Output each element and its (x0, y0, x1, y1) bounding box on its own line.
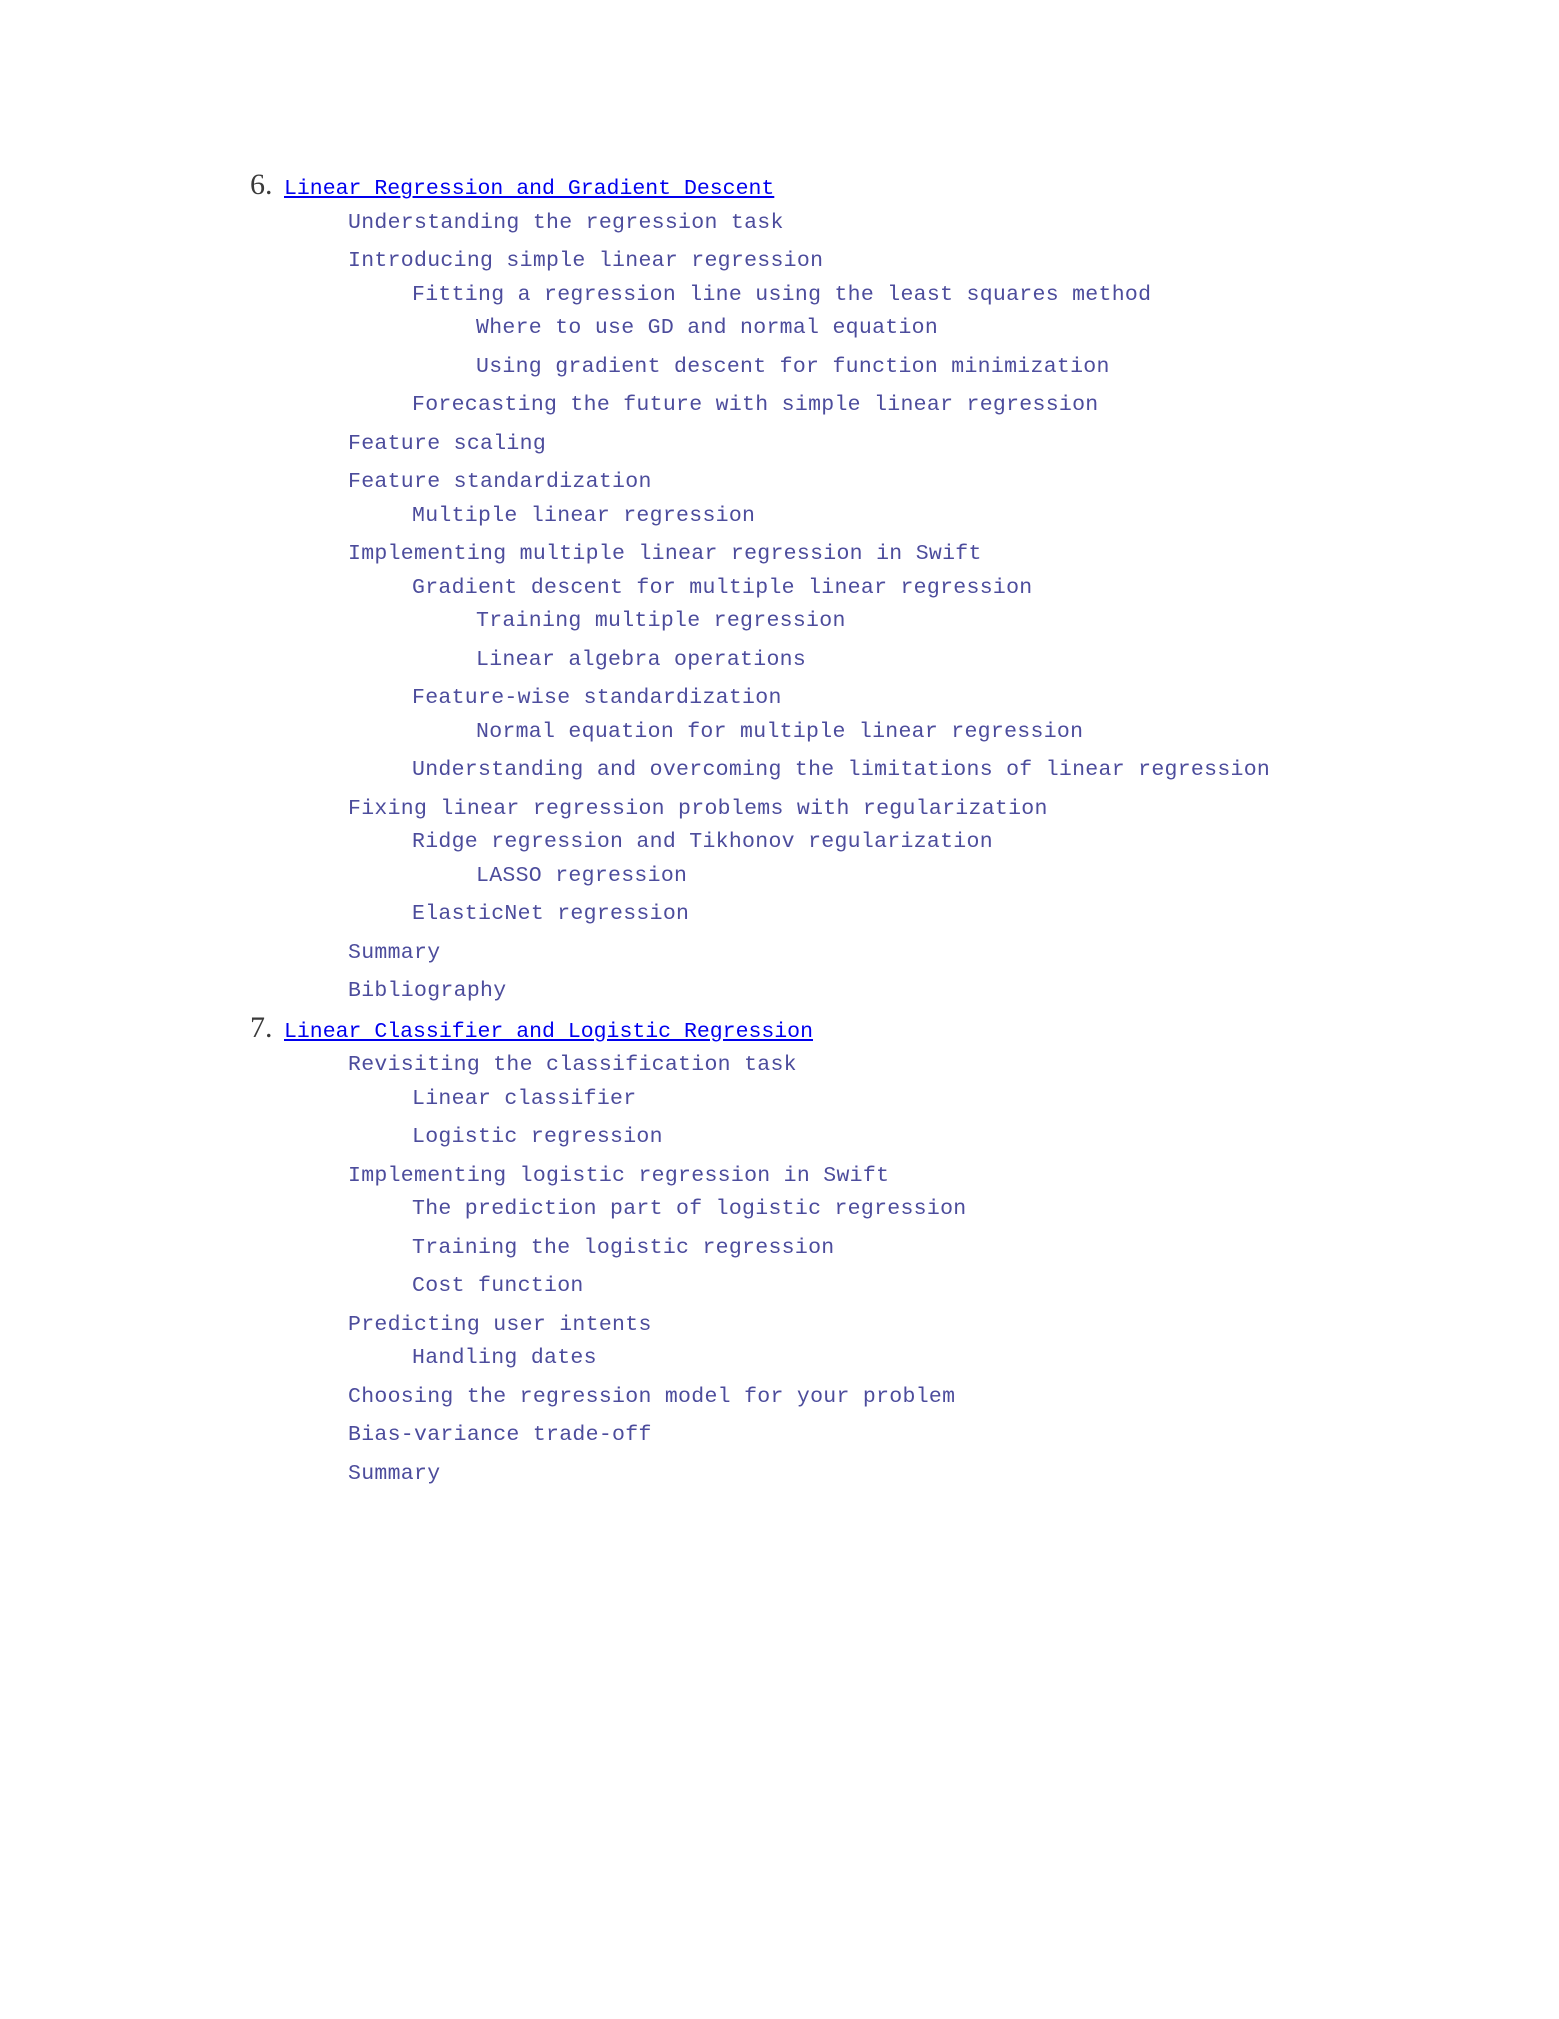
toc-item: LASSO regression (476, 866, 1559, 888)
toc-link-bias-variance-trade-off[interactable]: Bias-variance trade-off (348, 1423, 652, 1447)
toc-link-fitting-a-regression-line-using-the-leas[interactable]: Fitting a regression line using the leas… (412, 283, 1151, 307)
toc-chapter-link-linear-regression-and-gradient-descent[interactable]: Linear Regression and Gradient Descent (284, 177, 774, 201)
toc-link-implementing-multiple-linear-regression-[interactable]: Implementing multiple linear regression … (348, 542, 982, 566)
toc-sublist: Gradient descent for multiple linear reg… (348, 578, 1559, 782)
toc-item: Where to use GD and normal equation (476, 318, 1559, 340)
toc-link-multiple-linear-regression[interactable]: Multiple linear regression (412, 504, 755, 528)
toc-sublist: Understanding the regression task Introdu… (284, 213, 1559, 1003)
toc-link-ridge-regression-and-tikhonov-regulariza[interactable]: Ridge regression and Tikhonov regulariza… (412, 830, 993, 854)
toc-item: Ridge regression and Tikhonov regulariza… (412, 832, 1559, 887)
toc-item: Choosing the regression model for your p… (348, 1387, 1559, 1409)
toc-item: ElasticNet regression (412, 904, 1559, 926)
toc-link-linear-classifier[interactable]: Linear classifier (412, 1087, 636, 1111)
toc-link-cost-function[interactable]: Cost function (412, 1274, 584, 1298)
toc-item: Summary (348, 943, 1559, 965)
toc-link-predicting-user-intents[interactable]: Predicting user intents (348, 1313, 652, 1337)
toc-link-feature-scaling[interactable]: Feature scaling (348, 432, 546, 456)
toc-item: Gradient descent for multiple linear reg… (412, 578, 1559, 672)
toc-sublist: LASSO regression (412, 866, 1559, 888)
toc-link-where-to-use-gd-and-normal-equation[interactable]: Where to use GD and normal equation (476, 316, 938, 340)
toc-link-summary[interactable]: Summary (348, 941, 440, 965)
toc-item: Feature standardization Multiple linear r… (348, 472, 1559, 527)
toc-link-summary[interactable]: Summary (348, 1462, 440, 1486)
toc-link-implementing-logistic-regression-in-swif[interactable]: Implementing logistic regression in Swif… (348, 1164, 889, 1188)
toc-item: Understanding and overcoming the limitat… (412, 760, 1559, 782)
toc-item: Cost function (412, 1276, 1559, 1298)
toc-link-understanding-the-regression-task[interactable]: Understanding the regression task (348, 211, 784, 235)
toc-link-training-the-logistic-regression[interactable]: Training the logistic regression (412, 1236, 834, 1260)
toc-item: Multiple linear regression (412, 506, 1559, 528)
toc-item: Training the logistic regression (412, 1238, 1559, 1260)
toc-sublist: Ridge regression and Tikhonov regulariza… (348, 832, 1559, 926)
toc-link-the-prediction-part-of-logistic-regressi[interactable]: The prediction part of logistic regressi… (412, 1197, 967, 1221)
toc-item: Using gradient descent for function mini… (476, 357, 1559, 379)
toc-link-handling-dates[interactable]: Handling dates (412, 1346, 597, 1370)
toc-item: Normal equation for multiple linear regr… (476, 722, 1559, 744)
toc-sublist: Handling dates (348, 1348, 1559, 1370)
toc-sublist: Where to use GD and normal equation Using… (412, 318, 1559, 378)
toc-link-feature-wise-standardization[interactable]: Feature-wise standardization (412, 686, 782, 710)
toc-link-training-multiple-regression[interactable]: Training multiple regression (476, 609, 846, 633)
toc-item: Fitting a regression line using the leas… (412, 285, 1559, 379)
toc-item: Handling dates (412, 1348, 1559, 1370)
toc-sublist: Training multiple regression Linear algeb… (412, 611, 1559, 671)
toc-sublist: Multiple linear regression (348, 506, 1559, 528)
table-of-contents: Linear Regression and Gradient Descent Un… (0, 170, 1559, 1485)
toc-item: Bias-variance trade-off (348, 1425, 1559, 1447)
toc-item: Logistic regression (412, 1127, 1559, 1149)
toc-item: Implementing multiple linear regression … (348, 544, 1559, 782)
toc-link-revisiting-the-classification-task[interactable]: Revisiting the classification task (348, 1053, 797, 1077)
toc-link-linear-algebra-operations[interactable]: Linear algebra operations (476, 648, 806, 672)
toc-item: Implementing logistic regression in Swif… (348, 1166, 1559, 1298)
toc-link-fixing-linear-regression-problems-with-r[interactable]: Fixing linear regression problems with r… (348, 797, 1048, 821)
toc-item: Predicting user intents Handling dates (348, 1315, 1559, 1370)
toc-item: The prediction part of logistic regressi… (412, 1199, 1559, 1221)
toc-chapter-link-linear-classifier-and-logistic-regressio[interactable]: Linear Classifier and Logistic Regressio… (284, 1020, 813, 1044)
toc-item: Fixing linear regression problems with r… (348, 799, 1559, 926)
toc-item: Revisiting the classification task Linear… (348, 1055, 1559, 1149)
toc-item: Understanding the regression task (348, 213, 1559, 235)
toc-link-gradient-descent-for-multiple-linear-reg[interactable]: Gradient descent for multiple linear reg… (412, 576, 1033, 600)
toc-item: Feature scaling (348, 434, 1559, 456)
toc-sublist: Normal equation for multiple linear regr… (412, 722, 1559, 744)
toc-link-understanding-and-overcoming-the-limitat[interactable]: Understanding and overcoming the limitat… (412, 758, 1270, 782)
toc-chapter-6: Linear Regression and Gradient Descent Un… (280, 170, 1559, 1003)
toc-item: Summary (348, 1464, 1559, 1486)
toc-item: Forecasting the future with simple linea… (412, 395, 1559, 417)
toc-sublist: Revisiting the classification task Linear… (284, 1055, 1559, 1485)
toc-link-forecasting-the-future-with-simple-linea[interactable]: Forecasting the future with simple linea… (412, 393, 1099, 417)
toc-link-introducing-simple-linear-regression[interactable]: Introducing simple linear regression (348, 249, 823, 273)
toc-link-using-gradient-descent-for-function-mini[interactable]: Using gradient descent for function mini… (476, 355, 1110, 379)
toc-link-logistic-regression[interactable]: Logistic regression (412, 1125, 663, 1149)
toc-link-bibliography[interactable]: Bibliography (348, 979, 506, 1003)
toc-link-feature-standardization[interactable]: Feature standardization (348, 470, 652, 494)
toc-sublist: The prediction part of logistic regressi… (348, 1199, 1559, 1298)
toc-item: Linear algebra operations (476, 650, 1559, 672)
toc-item: Bibliography (348, 981, 1559, 1003)
toc-link-choosing-the-regression-model-for-your-p[interactable]: Choosing the regression model for your p… (348, 1385, 955, 1409)
toc-item: Introducing simple linear regression Fitt… (348, 251, 1559, 417)
toc-link-normal-equation-for-multiple-linear-regr[interactable]: Normal equation for multiple linear regr… (476, 720, 1083, 744)
toc-link-lasso-regression[interactable]: LASSO regression (476, 864, 687, 888)
toc-link-elasticnet-regression[interactable]: ElasticNet regression (412, 902, 689, 926)
toc-sublist: Linear classifier Logistic regression (348, 1089, 1559, 1149)
toc-item: Linear classifier (412, 1089, 1559, 1111)
toc-chapter-7: Linear Classifier and Logistic Regressio… (280, 1013, 1559, 1486)
toc-item: Feature-wise standardization Normal equat… (412, 688, 1559, 743)
toc-sublist: Fitting a regression line using the leas… (348, 285, 1559, 417)
toc-item: Training multiple regression (476, 611, 1559, 633)
